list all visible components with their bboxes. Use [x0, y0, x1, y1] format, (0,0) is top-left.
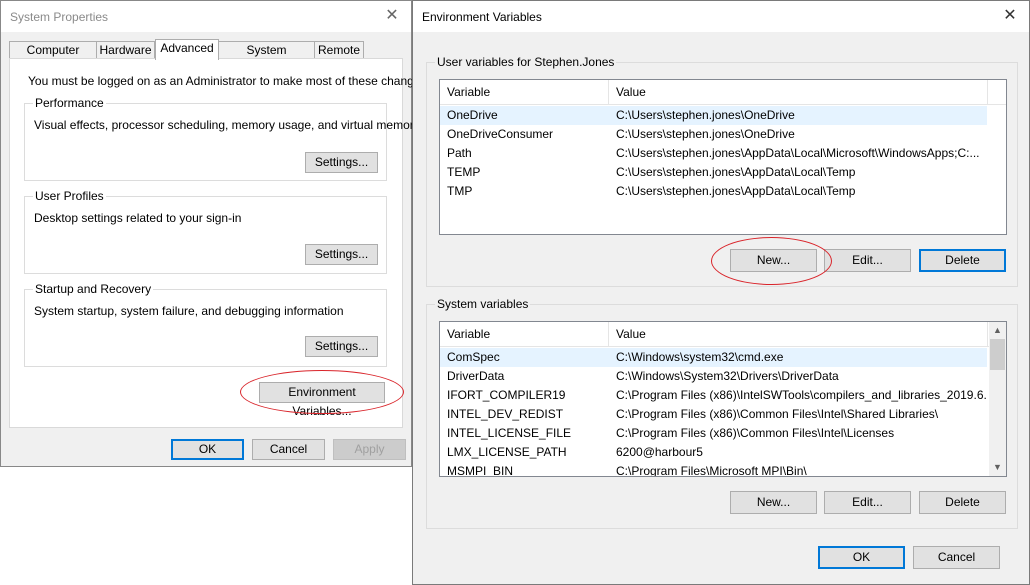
table-row[interactable]: OneDriveConsumer C:\Users\stephen.jones\… — [440, 125, 987, 144]
table-row[interactable]: INTEL_LICENSE_FILE C:\Program Files (x86… — [440, 424, 987, 443]
advanced-tab-panel: You must be logged on as an Administrato… — [9, 58, 430, 428]
cancel-button[interactable]: Cancel — [913, 546, 1000, 569]
variable-cell: INTEL_LICENSE_FILE — [447, 426, 572, 440]
variable-cell: MSMPI_BIN — [447, 464, 514, 477]
variable-cell: DriverData — [447, 369, 505, 383]
value-cell: C:\Users\stephen.jones\AppData\Local\Tem… — [616, 184, 856, 198]
system-list-header: Variable Value — [440, 322, 1006, 347]
user-profiles-settings-button[interactable]: Settings... — [305, 244, 378, 265]
user-profiles-desc: Desktop settings related to your sign-in — [34, 211, 242, 225]
user-edit-button[interactable]: Edit... — [824, 249, 911, 272]
startup-recovery-settings-button[interactable]: Settings... — [305, 336, 378, 357]
column-header-value[interactable]: Value — [609, 80, 988, 104]
environment-variables-titlebar[interactable]: Environment Variables ✕ — [413, 1, 1029, 32]
user-delete-button[interactable]: Delete — [919, 249, 1006, 272]
value-cell: C:\Program Files (x86)\Common Files\Inte… — [616, 407, 939, 421]
user-variables-group: User variables for Stephen.Jones Variabl… — [426, 55, 1018, 287]
system-variables-label: System variables — [435, 297, 531, 311]
value-cell: C:\Program Files\Microsoft MPI\Bin\ — [616, 464, 807, 477]
variable-cell: LMX_LICENSE_PATH — [447, 445, 567, 459]
table-row[interactable]: TMP C:\Users\stephen.jones\AppData\Local… — [440, 182, 987, 201]
column-header-value[interactable]: Value — [609, 322, 988, 346]
user-new-button[interactable]: New... — [730, 249, 817, 272]
user-variables-label: User variables for Stephen.Jones — [435, 55, 617, 69]
value-cell: C:\Windows\System32\Drivers\DriverData — [616, 369, 839, 383]
apply-button[interactable]: Apply — [333, 439, 406, 460]
admin-note: You must be logged on as an Administrato… — [28, 74, 430, 88]
performance-group: Performance Visual effects, processor sc… — [24, 96, 420, 181]
value-cell: C:\Windows\system32\cmd.exe — [616, 350, 784, 364]
ok-button[interactable]: OK — [171, 439, 244, 460]
environment-variables-window: Environment Variables ✕ User variables f… — [412, 0, 1030, 585]
table-row[interactable]: ComSpec C:\Windows\system32\cmd.exe — [440, 348, 987, 367]
tab-computer-name[interactable]: Computer Name — [9, 41, 97, 74]
tab-advanced[interactable]: Advanced — [155, 39, 219, 60]
ok-button[interactable]: OK — [818, 546, 905, 569]
value-cell: C:\Program Files (x86)\Common Files\Inte… — [616, 426, 895, 440]
scroll-up-icon[interactable]: ▲ — [989, 322, 1006, 339]
system-variables-list[interactable]: Variable Value ComSpec C:\Windows\system… — [439, 321, 1007, 477]
close-icon[interactable]: ✕ — [1001, 7, 1019, 25]
variable-cell: INTEL_DEV_REDIST — [447, 407, 564, 421]
user-list-header: Variable Value — [440, 80, 1006, 105]
table-row[interactable]: OneDrive C:\Users\stephen.jones\OneDrive — [440, 106, 987, 125]
user-variables-list[interactable]: Variable Value OneDrive C:\Users\stephen… — [439, 79, 1007, 235]
value-cell: C:\Users\stephen.jones\OneDrive — [616, 108, 795, 122]
variable-cell: ComSpec — [447, 350, 500, 364]
system-properties-title: System Properties — [10, 10, 109, 24]
value-cell: 6200@harbour5 — [616, 445, 703, 459]
user-profiles-group: User Profiles Desktop settings related t… — [24, 189, 387, 274]
table-row[interactable]: IFORT_COMPILER19 C:\Program Files (x86)\… — [440, 386, 987, 405]
tab-remote[interactable]: Remote — [314, 41, 364, 59]
cancel-button[interactable]: Cancel — [252, 439, 325, 460]
table-row[interactable]: DriverData C:\Windows\System32\Drivers\D… — [440, 367, 987, 386]
user-profiles-label: User Profiles — [33, 189, 106, 203]
environment-variables-title: Environment Variables — [422, 10, 542, 24]
variable-cell: IFORT_COMPILER19 — [447, 388, 566, 402]
system-list-scrollbar[interactable]: ▲ ▼ — [989, 322, 1006, 476]
system-properties-window: System Properties ✕ Computer Name Hardwa… — [0, 0, 430, 467]
performance-settings-button[interactable]: Settings... — [305, 152, 378, 173]
startup-recovery-label: Startup and Recovery — [33, 282, 154, 296]
variable-cell: TEMP — [447, 165, 481, 179]
column-header-variable[interactable]: Variable — [440, 322, 609, 346]
scroll-down-icon[interactable]: ▼ — [989, 459, 1006, 476]
startup-recovery-group: Startup and Recovery System startup, sys… — [24, 282, 387, 367]
table-row[interactable]: LMX_LICENSE_PATH 6200@harbour5 — [440, 443, 987, 462]
system-delete-button[interactable]: Delete — [919, 491, 1006, 514]
variable-cell: OneDrive — [447, 108, 498, 122]
value-cell: C:\Users\stephen.jones\AppData\Local\Mic… — [616, 146, 980, 160]
performance-label: Performance — [33, 96, 106, 110]
variable-cell: OneDriveConsumer — [447, 127, 554, 141]
performance-desc: Visual effects, processor scheduling, me… — [34, 118, 420, 132]
column-header-variable[interactable]: Variable — [440, 80, 609, 104]
table-row[interactable]: INTEL_DEV_REDIST C:\Program Files (x86)\… — [440, 405, 987, 424]
startup-recovery-desc: System startup, system failure, and debu… — [34, 304, 344, 318]
system-properties-titlebar[interactable]: System Properties ✕ — [1, 1, 411, 32]
system-new-button[interactable]: New... — [730, 491, 817, 514]
close-icon[interactable]: ✕ — [383, 7, 401, 25]
value-cell: C:\Program Files (x86)\IntelSWTools\comp… — [616, 388, 986, 402]
tab-hardware[interactable]: Hardware — [96, 41, 155, 59]
environment-variables-button[interactable]: Environment Variables... — [259, 382, 385, 418]
variable-cell: TMP — [447, 184, 473, 198]
scroll-thumb[interactable] — [990, 339, 1005, 370]
system-variables-group: System variables Variable Value ComSpec … — [426, 297, 1018, 529]
value-cell: C:\Users\stephen.jones\OneDrive — [616, 127, 795, 141]
value-cell: C:\Users\stephen.jones\AppData\Local\Tem… — [616, 165, 856, 179]
system-edit-button[interactable]: Edit... — [824, 491, 911, 514]
tab-system-protection[interactable]: System Protection — [218, 41, 315, 74]
table-row[interactable]: MSMPI_BIN C:\Program Files\Microsoft MPI… — [440, 462, 987, 477]
table-row[interactable]: TEMP C:\Users\stephen.jones\AppData\Loca… — [440, 163, 987, 182]
variable-cell: Path — [447, 146, 472, 160]
table-row[interactable]: Path C:\Users\stephen.jones\AppData\Loca… — [440, 144, 987, 163]
